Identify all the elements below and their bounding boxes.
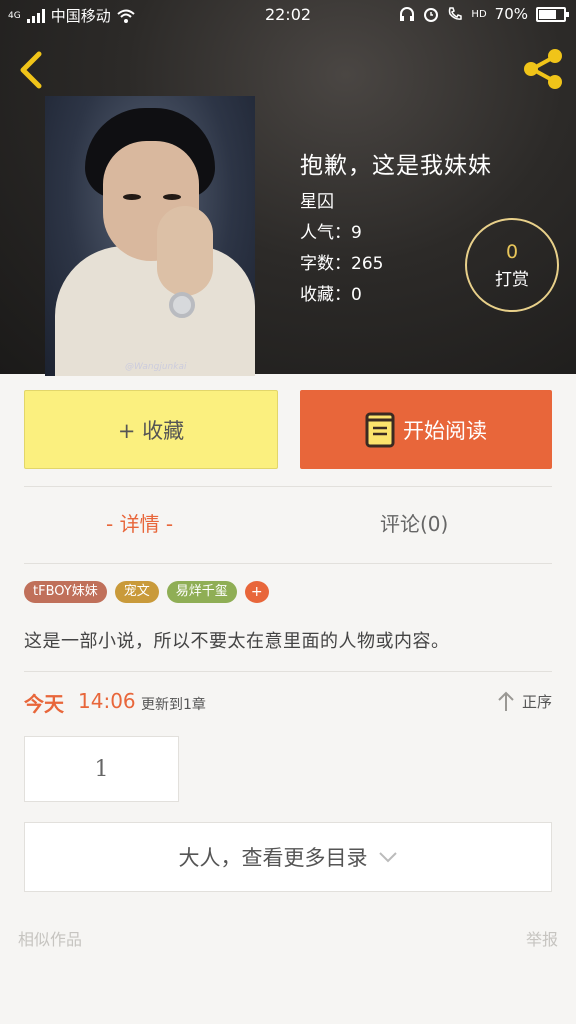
update-time: 14:06 — [78, 689, 136, 713]
chapter-item[interactable]: 1 — [24, 736, 179, 802]
popularity-value: 9 — [351, 223, 362, 243]
book-cover[interactable]: @Wangjunkai — [45, 96, 255, 376]
book-icon — [365, 412, 395, 447]
start-reading-button[interactable]: 开始阅读 — [300, 390, 552, 469]
favorites-value: 0 — [351, 285, 362, 305]
divider — [24, 671, 552, 672]
tip-button[interactable]: 0 打赏 — [465, 218, 559, 312]
book-title: 抱歉，这是我妹妹 — [300, 153, 492, 179]
book-author[interactable]: 星囚 — [300, 187, 334, 212]
tip-count: 0 — [505, 240, 519, 263]
popularity-label: 人气： — [300, 223, 351, 243]
favorites-row: 收藏：0 — [300, 280, 362, 305]
divider — [24, 486, 552, 487]
status-bar: 4G 中国移动 22:02 HD 70% — [0, 0, 576, 30]
call-icon — [449, 7, 463, 20]
sort-order-label: 正序 — [521, 692, 552, 711]
status-right: HD 70% — [399, 5, 569, 23]
popularity-row: 人气：9 — [300, 218, 362, 243]
chapter-number: 1 — [94, 756, 109, 782]
divider — [24, 563, 552, 564]
chevron-left-icon — [20, 51, 42, 89]
tag-chip[interactable]: 易烊千玺 — [166, 581, 237, 603]
tip-label: 打赏 — [495, 269, 529, 290]
update-day: 今天 — [24, 692, 64, 716]
report-link[interactable]: 举报 — [526, 926, 558, 950]
update-text: 更新到1章 — [141, 697, 206, 713]
word-count-label: 字数： — [300, 254, 351, 274]
battery-icon — [536, 6, 569, 22]
battery-fill — [539, 9, 556, 19]
cover-credit: @Wangjunkai — [125, 362, 187, 372]
tab-detail[interactable]: - 详情 - — [106, 508, 173, 537]
alarm-icon — [424, 8, 439, 22]
book-synopsis: 这是一部小说，所以不要太在意里面的人物或内容。 — [24, 631, 450, 652]
share-button[interactable] — [520, 46, 566, 92]
share-icon — [524, 49, 562, 89]
book-header: 4G 中国移动 22:02 HD 70% @Wangjunkai 抱歉，这是我妹… — [0, 0, 576, 376]
chevron-down-icon — [378, 852, 397, 863]
word-count-row: 字数：265 — [300, 249, 383, 274]
sort-order-button[interactable]: 正序 — [496, 690, 552, 712]
start-reading-label: 开始阅读 — [403, 418, 487, 443]
more-catalog-label: 大人，查看更多目录 — [178, 846, 368, 870]
tag-chip[interactable]: tFBOY妹妹 — [24, 581, 107, 603]
collect-button[interactable]: + 收藏 — [24, 390, 278, 469]
hd-badge: HD — [471, 8, 487, 20]
battery-percent: 70% — [494, 5, 528, 23]
collect-label: + 收藏 — [117, 418, 185, 443]
back-button[interactable] — [14, 50, 50, 90]
more-catalog-button[interactable]: 大人，查看更多目录 — [24, 822, 552, 892]
tag-list: tFBOY妹妹 宠文 易烊千玺 + — [24, 581, 269, 603]
add-tag-button[interactable]: + — [244, 581, 269, 603]
word-count-value: 265 — [351, 254, 384, 274]
tab-comments[interactable]: 评论(0) — [380, 508, 448, 537]
tag-chip[interactable]: 宠文 — [114, 581, 159, 603]
similar-works-link[interactable]: 相似作品 — [18, 926, 82, 950]
update-info: 今天 14:06 更新到1章 正序 — [24, 688, 552, 718]
favorites-label: 收藏： — [300, 285, 351, 305]
arrow-up-icon — [498, 691, 514, 711]
headphones-icon — [400, 7, 415, 21]
